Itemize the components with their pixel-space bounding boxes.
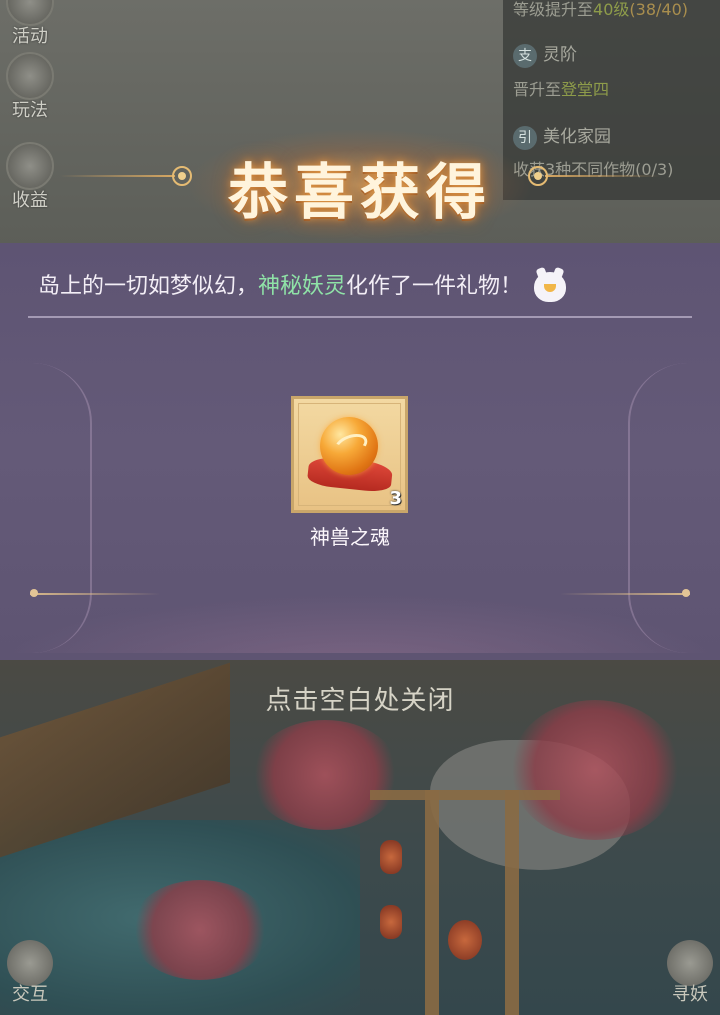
scene-gate-post bbox=[505, 790, 519, 1015]
hud-find-spirit-label: 寻妖 bbox=[672, 984, 708, 1005]
title-deco-dot-right bbox=[528, 166, 548, 186]
cat-spirit-icon bbox=[534, 272, 567, 302]
panel-cloud-wave bbox=[0, 593, 720, 653]
hud-event-label: 活动 bbox=[12, 26, 48, 47]
item-count: 3 bbox=[389, 488, 402, 509]
task-desc-highlight: 登堂四 bbox=[561, 80, 610, 99]
reward-panel: 岛上的一切如梦似幻，神秘妖灵化作了一件礼物！ 3 神兽之魂 bbox=[0, 243, 720, 660]
task-level-value: 40级 bbox=[593, 0, 630, 19]
panel-gold-wave-left bbox=[30, 593, 160, 595]
task-item-1[interactable]: 支灵阶 bbox=[513, 40, 577, 68]
hud-event-button[interactable]: 活动 bbox=[2, 0, 58, 48]
title-deco-line-left bbox=[60, 175, 175, 177]
panel-gold-wave-right bbox=[560, 593, 690, 595]
scene-flowers bbox=[250, 720, 400, 830]
message-suffix: 化作了一件礼物！ bbox=[346, 274, 523, 299]
task-desc-1: 晋升至登堂四 bbox=[513, 76, 609, 100]
task-tag-branch: 支 bbox=[513, 44, 537, 68]
message-highlight: 神秘妖灵 bbox=[258, 274, 347, 299]
scene-gate-beam bbox=[370, 790, 560, 800]
message-prefix: 岛上的一切如梦似幻， bbox=[38, 274, 259, 299]
hud-gameplay-label: 玩法 bbox=[12, 100, 48, 121]
close-hint[interactable]: 点击空白处关闭 bbox=[0, 680, 720, 717]
panel-gold-dot bbox=[682, 589, 690, 597]
title-deco-line-right bbox=[545, 175, 660, 177]
task-level-text: 等级提升至 bbox=[513, 0, 594, 19]
hud-interact-label: 交互 bbox=[12, 984, 48, 1005]
reward-item-slot[interactable]: 3 bbox=[291, 396, 408, 513]
scene-lantern bbox=[380, 840, 402, 874]
title-deco-dot-left bbox=[172, 166, 192, 186]
scene-gate-post bbox=[425, 790, 439, 1015]
task-desc-text: 晋升至 bbox=[513, 80, 562, 99]
divine-beast-orb-icon bbox=[320, 417, 378, 475]
reward-message: 岛上的一切如梦似幻，神秘妖灵化作了一件礼物！ bbox=[38, 269, 688, 305]
reward-title: 恭喜获得 bbox=[228, 158, 492, 228]
task-title: 灵阶 bbox=[543, 45, 577, 65]
task-level-line: 等级提升至40级(38/40) bbox=[513, 0, 688, 20]
panel-gold-dot bbox=[30, 589, 38, 597]
scene-flowers bbox=[130, 880, 270, 980]
item-name: 神兽之魂 bbox=[310, 525, 390, 549]
scene-lantern bbox=[380, 905, 402, 939]
gameplay-icon bbox=[6, 52, 54, 100]
task-level-progress: (38/40) bbox=[629, 0, 688, 19]
hud-interact-button[interactable]: 交互 bbox=[0, 940, 60, 1015]
reward-title-banner: 恭喜获得 bbox=[0, 130, 720, 240]
message-divider bbox=[28, 316, 692, 318]
scene-lantern bbox=[448, 920, 482, 960]
scene-flowers bbox=[510, 700, 680, 840]
hud-gameplay-button[interactable]: 玩法 bbox=[2, 52, 58, 122]
hud-find-spirit-button[interactable]: 寻妖 bbox=[660, 940, 720, 1015]
